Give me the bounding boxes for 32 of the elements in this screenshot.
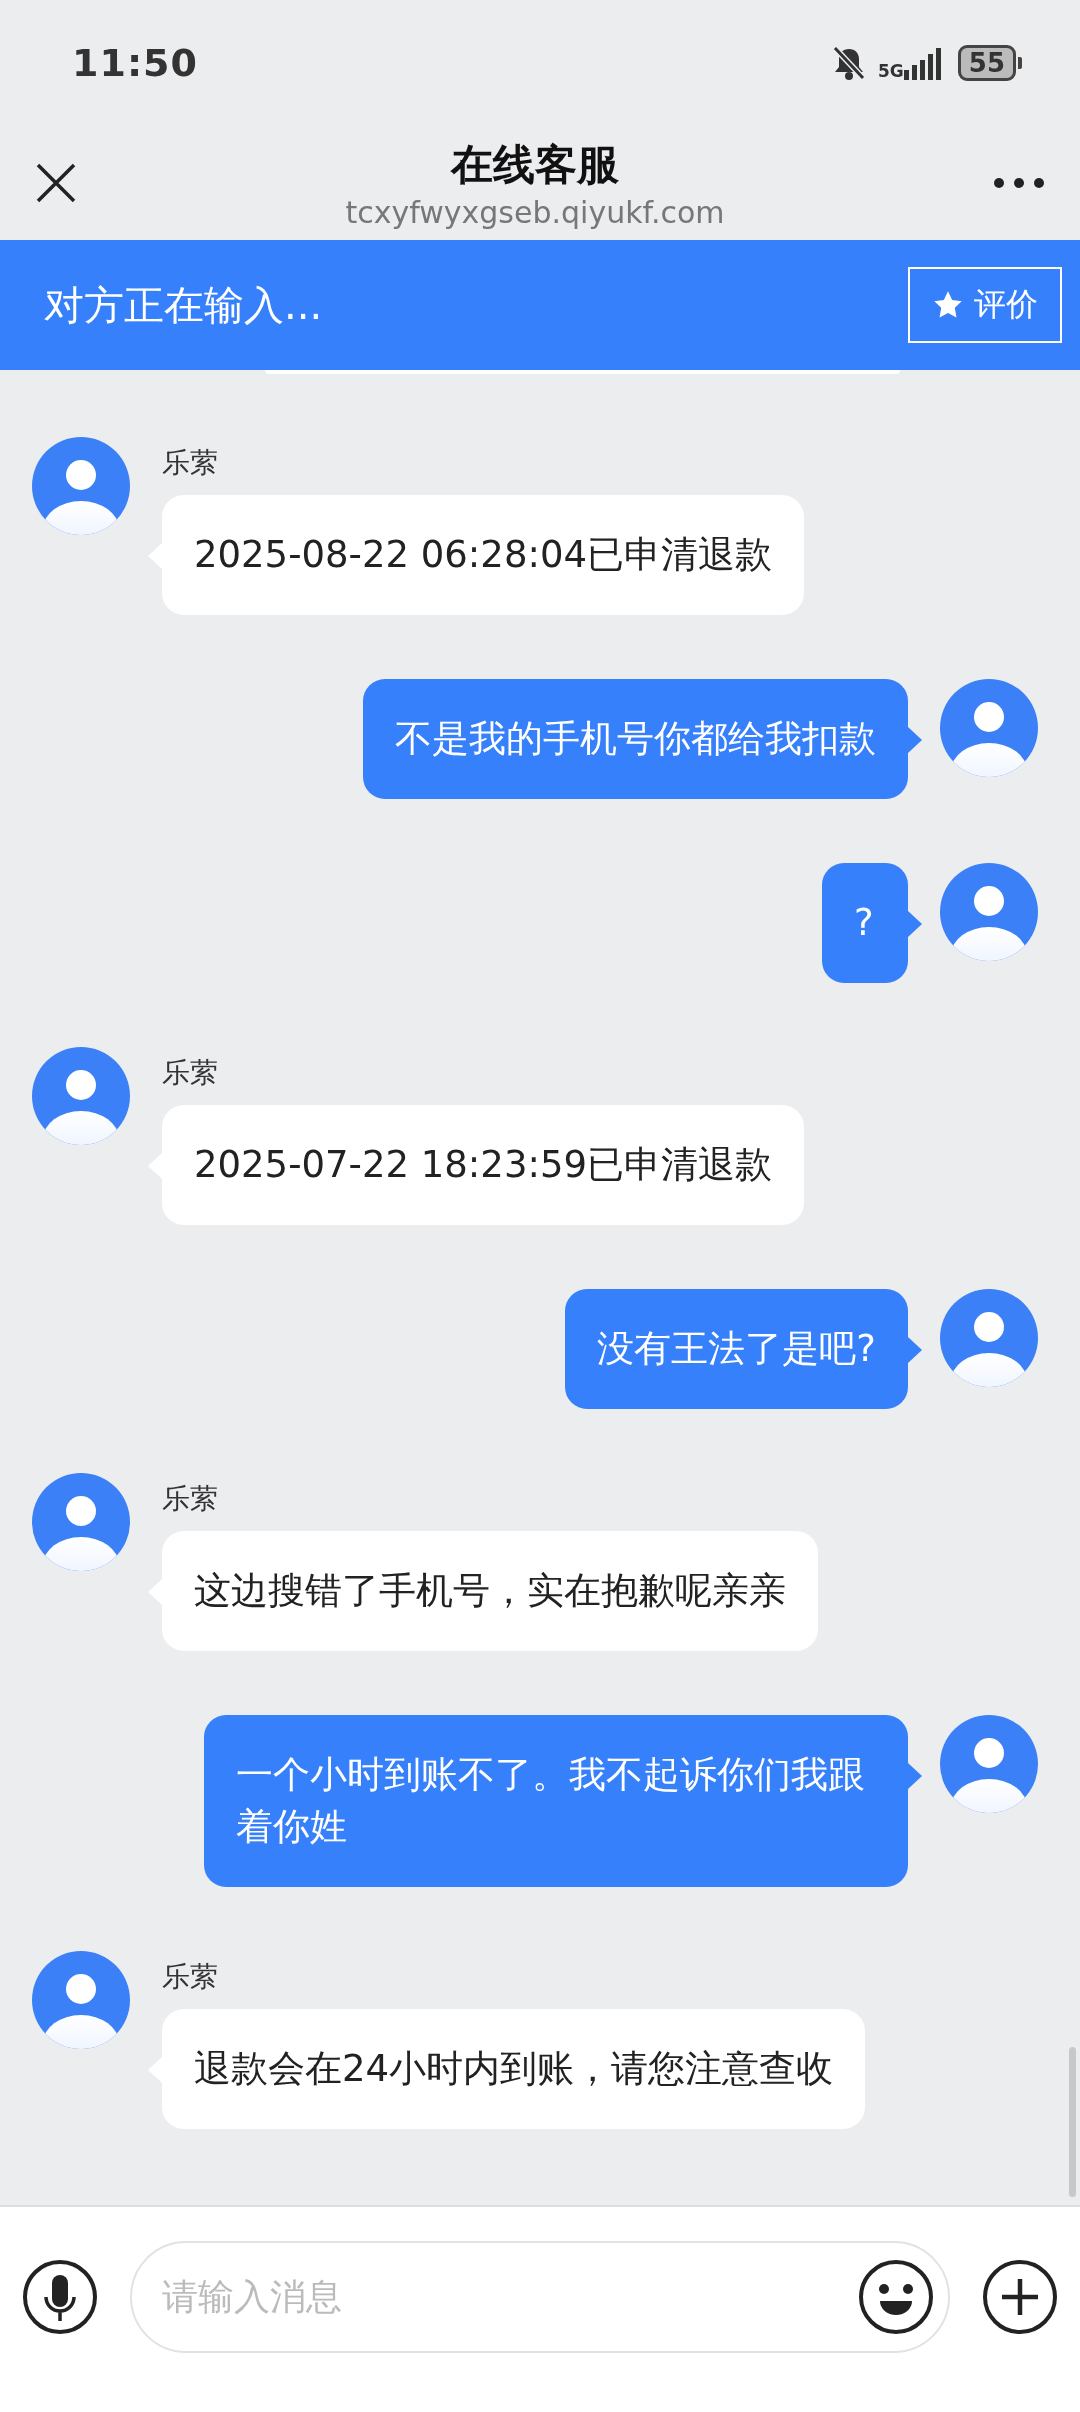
add-button[interactable] — [982, 2258, 1058, 2335]
sender-name: 乐萦 — [162, 1481, 219, 1517]
avatar-icon — [32, 1047, 130, 1145]
avatar-icon — [940, 863, 1038, 961]
avatar-icon — [32, 1473, 130, 1571]
scrollbar[interactable] — [1069, 2047, 1076, 2197]
sender-name: 乐萦 — [162, 1055, 219, 1091]
sender-name: 乐萦 — [162, 1959, 219, 1995]
avatar-icon — [940, 1715, 1038, 1813]
rate-button[interactable]: 评价 — [908, 267, 1062, 343]
typing-status: 对方正在输入... — [44, 280, 323, 330]
smiley-icon — [858, 2258, 934, 2335]
more-icon — [992, 176, 1046, 190]
message-input[interactable]: 请输入消息 — [160, 2275, 858, 2318]
avatar-icon — [32, 1951, 130, 2049]
battery-level: 55 — [957, 45, 1016, 81]
avatar-icon — [940, 679, 1038, 777]
star-icon — [932, 290, 964, 320]
bell-off-icon — [832, 45, 866, 81]
microphone-icon — [22, 2258, 98, 2335]
avatar-icon — [32, 437, 130, 535]
avatar-icon — [940, 1289, 1038, 1387]
page-title: 在线客服 — [451, 138, 619, 191]
close-icon — [34, 161, 78, 205]
message-field[interactable]: 请输入消息 — [130, 2240, 950, 2353]
page-url: tcxyfwyxgseb.qiyukf.com — [345, 194, 725, 230]
plus-icon — [982, 2258, 1058, 2335]
emoji-button[interactable] — [858, 2258, 934, 2335]
voice-button[interactable] — [22, 2258, 98, 2335]
status-time: 11:50 — [72, 41, 198, 85]
sender-name: 乐萦 — [162, 445, 219, 481]
network-type: 5G — [878, 63, 904, 80]
